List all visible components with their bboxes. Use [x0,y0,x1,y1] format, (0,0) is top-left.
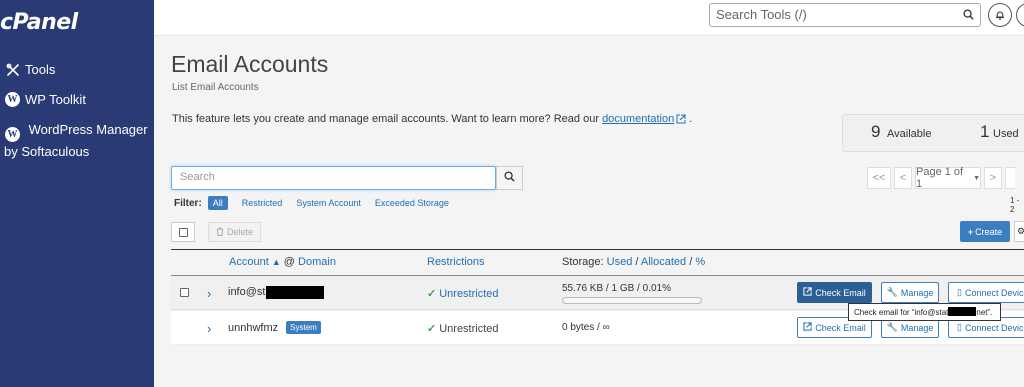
wrench-icon: 🔧 [886,322,898,332]
external-link-icon [676,114,686,127]
storage-progress-bar [562,297,702,304]
mobile-device-icon: ▯ [957,287,962,297]
sidebar-item-wordpress-manager[interactable]: W WordPress Manager by Softaculous [4,121,154,160]
row-checkbox[interactable] [180,288,189,297]
search-icon [504,171,515,185]
page-subtitle: List Email Accounts [172,82,259,93]
cpanel-logo[interactable]: cPanel [0,10,78,35]
available-count: 9 [871,122,881,141]
check-icon: ✓ [427,288,437,300]
wordpress-icon: W [4,126,21,143]
sidebar-item-wp-toolkit[interactable]: W WP Toolkit [4,91,86,108]
pagination: << < Page 1 of 1 ▼ > [867,166,1018,190]
filter-exceeded-storage[interactable]: Exceeded Storage [375,198,449,208]
sidebar-item-label: W WordPress Manager by Softaculous [4,122,148,159]
redacted-text [266,286,324,299]
system-badge: System [286,321,321,334]
account-stats: 9 Available 1 Used [842,114,1024,152]
pagination-range: 1 - 2 [1010,196,1020,214]
used-count: 1 [980,122,990,141]
filter-restricted[interactable]: Restricted [242,198,283,208]
column-header-account[interactable]: Account ▲ @ Domain [229,256,336,268]
check-icon: ✓ [427,323,437,335]
main-content: Email Accounts List Email Accounts This … [154,36,1024,387]
external-link-icon [803,322,812,333]
create-button[interactable]: + Create [960,221,1010,242]
table-top-border [171,249,1024,250]
filter-system-account[interactable]: System Account [296,198,361,208]
delete-button[interactable]: Delete [208,222,261,242]
search-tools-placeholder: Search Tools (/) [716,7,807,22]
storage-usage: 0 bytes / ∞ [562,322,610,333]
account-name: unnhwfmz System [228,321,321,334]
external-link-icon [803,287,812,298]
documentation-link[interactable]: documentation [602,113,674,125]
notifications-bell-icon[interactable] [988,3,1012,27]
redacted-text [948,307,977,316]
tools-icon [4,61,21,78]
column-header-restrictions[interactable]: Restrictions [427,256,484,268]
next-page-button[interactable]: > [984,167,1002,189]
filter-all[interactable]: All [207,196,228,210]
chevron-right-icon[interactable]: › [207,321,211,336]
trash-icon [216,227,224,238]
user-menu-icon[interactable] [1016,3,1024,27]
available-label: Available [887,128,932,140]
page-description: This feature lets you create and manage … [172,113,693,127]
caret-down-icon: ▼ [973,174,980,182]
check-email-tooltip: Check email for “info@stat net”. [848,303,1001,321]
column-header-storage: Storage: Used / Allocated / % [562,256,706,268]
filter-label: Filter: [174,197,202,209]
plus-icon: + [967,226,974,237]
search-icon[interactable] [963,8,974,23]
sort-allocated-link[interactable]: Allocated [641,256,686,268]
prev-page-button[interactable]: < [894,167,912,189]
sidebar-item-label: WP Toolkit [25,92,86,107]
sort-used-link[interactable]: Used [607,256,633,268]
filter-bar: Filter: All Restricted System Account Ex… [174,196,463,210]
wordpress-icon: W [4,91,21,108]
chevron-right-icon[interactable]: › [207,286,211,301]
first-page-button[interactable]: << [867,167,891,189]
search-input[interactable]: Search [171,166,496,190]
used-label: Used [993,128,1019,140]
check-email-button[interactable]: Check Email [797,282,872,303]
settings-gear-icon[interactable]: ⚙ [1014,221,1024,242]
page-select[interactable]: Page 1 of 1 ▼ [915,166,981,190]
last-page-button[interactable] [1005,167,1015,189]
wrench-icon: 🔧 [886,287,898,297]
search-button[interactable] [496,166,523,190]
sidebar-item-label: Tools [25,62,56,77]
manage-button[interactable]: 🔧 Manage [881,282,939,303]
sort-up-icon: ▲ [271,257,281,267]
sort-percent-link[interactable]: % [695,256,705,268]
sidebar-item-tools[interactable]: Tools [4,61,55,78]
search-placeholder: Search [180,171,215,183]
sidebar: cPanel Tools W WP Toolkit W WordPress Ma… [0,0,154,387]
top-bar: Search Tools (/) [154,0,1024,36]
restriction-status: ✓ Unrestricted [427,323,499,335]
search-tools-input[interactable]: Search Tools (/) [709,3,981,27]
restriction-status[interactable]: ✓ Unrestricted [427,287,499,300]
select-all-checkbox[interactable] [171,222,195,242]
page-title: Email Accounts [171,51,329,77]
connect-devices-button[interactable]: ▯ Connect Devices [948,282,1024,303]
mobile-device-icon: ▯ [957,322,962,332]
storage-usage: 55.76 KB / 1 GB / 0.01% [562,283,671,294]
